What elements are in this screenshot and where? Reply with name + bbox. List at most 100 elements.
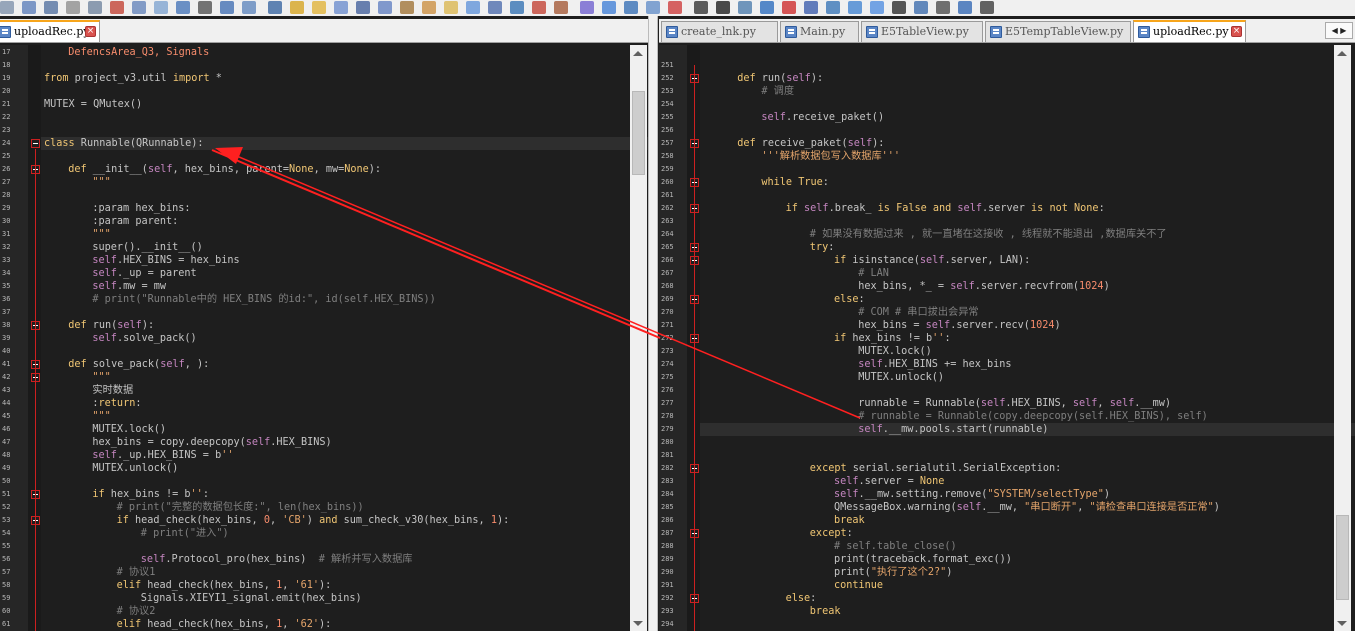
code-line[interactable]: 263	[659, 215, 1355, 228]
code-line[interactable]: 46 MUTEX.lock()	[0, 423, 648, 436]
toolbar-button-icon[interactable]	[154, 1, 168, 14]
code-line[interactable]: 294	[659, 618, 1355, 631]
code-line[interactable]: 60 # 协议2	[0, 605, 648, 618]
toolbar-button-icon[interactable]	[980, 1, 994, 14]
code-line[interactable]: 25	[0, 150, 648, 163]
tab-create-lnk[interactable]: create_lnk.py	[661, 21, 778, 42]
code-line[interactable]: 251	[659, 59, 1355, 72]
toolbar-button-icon[interactable]	[760, 1, 774, 14]
code-line[interactable]: 257 def receive_paket(self):	[659, 137, 1355, 150]
code-line[interactable]: 290 print("执行了这个2?")	[659, 566, 1355, 579]
toolbar-button-icon[interactable]	[422, 1, 436, 14]
code-line[interactable]: 280	[659, 436, 1355, 449]
toolbar-button-icon[interactable]	[848, 1, 862, 14]
code-line[interactable]: 24 class Runnable(QRunnable):	[0, 137, 648, 150]
toolbar-button-icon[interactable]	[242, 1, 256, 14]
code-line[interactable]: 34 self._up = parent	[0, 267, 648, 280]
code-line[interactable]: 270 # COM # 串口拔出会异常	[659, 306, 1355, 319]
code-line[interactable]: 265 try:	[659, 241, 1355, 254]
toolbar-button-icon[interactable]	[378, 1, 392, 14]
code-line[interactable]: 274 self.HEX_BINS += hex_bins	[659, 358, 1355, 371]
code-line[interactable]: 271 hex_bins = self.server.recv(1024)	[659, 319, 1355, 332]
close-icon[interactable]: ×	[85, 26, 96, 37]
code-line[interactable]: 284 self.__mw.setting.remove("SYSTEM/sele…	[659, 488, 1355, 501]
code-line[interactable]: 37	[0, 306, 648, 319]
code-line[interactable]: 293 break	[659, 605, 1355, 618]
code-line[interactable]: 50	[0, 475, 648, 488]
toolbar-button-icon[interactable]	[510, 1, 524, 14]
toolbar-button-icon[interactable]	[624, 1, 638, 14]
code-line[interactable]: 36 # print("Runnable中的 HEX_BINS 的id:", id…	[0, 293, 648, 306]
code-line[interactable]: 33 self.HEX_BINS = hex_bins	[0, 254, 648, 267]
tab-uploadrec-right[interactable]: uploadRec.py ×	[1133, 20, 1246, 42]
code-line[interactable]: 19 from project_v3.util import *	[0, 72, 648, 85]
code-line[interactable]: 281	[659, 449, 1355, 462]
toolbar-button-icon[interactable]	[936, 1, 950, 14]
code-line[interactable]: 22	[0, 111, 648, 124]
left-editor[interactable]: 17 DefencsArea_Q3, Signals 18 19 from projec…	[0, 45, 648, 631]
code-line[interactable]: 282 except serial.serialutil.SerialExcept…	[659, 462, 1355, 475]
code-line[interactable]: 21 MUTEX = QMutex()	[0, 98, 648, 111]
code-line[interactable]: 283 self.server = None	[659, 475, 1355, 488]
toolbar-button-icon[interactable]	[66, 1, 80, 14]
code-line[interactable]: 285 QMessageBox.warning(self.__mw, "串口断开"…	[659, 501, 1355, 514]
code-line[interactable]: 59 Signals.XIEYI1_signal.emit(hex_bins)	[0, 592, 648, 605]
code-line[interactable]: 289 print(traceback.format_exc())	[659, 553, 1355, 566]
toolbar-button-icon[interactable]	[738, 1, 752, 14]
toolbar-button-icon[interactable]	[0, 1, 14, 14]
toolbar-button-icon[interactable]	[646, 1, 660, 14]
tab-scroll-arrows[interactable]: ◀ ▶	[1325, 22, 1353, 39]
scroll-thumb[interactable]	[632, 91, 645, 175]
code-line[interactable]: 38 def run(self):	[0, 319, 648, 332]
toolbar-button-icon[interactable]	[694, 1, 708, 14]
toolbar-button-icon[interactable]	[580, 1, 594, 14]
code-line[interactable]: 255 self.receive_paket()	[659, 111, 1355, 124]
tab-uploadrec-left[interactable]: uploadRec.py ×	[0, 20, 100, 42]
code-line[interactable]: 54 # print("进入")	[0, 527, 648, 540]
code-line[interactable]: 264 # 如果没有数据过来 , 就一直堵在这接收 , 线程就不能退出 ,数据库关…	[659, 228, 1355, 241]
code-line[interactable]: 48 self._up.HEX_BINS = b''	[0, 449, 648, 462]
code-line[interactable]: 40	[0, 345, 648, 358]
scroll-thumb[interactable]	[1336, 515, 1349, 600]
toolbar-button-icon[interactable]	[466, 1, 480, 14]
code-line[interactable]: 260 while True:	[659, 176, 1355, 189]
toolbar-button-icon[interactable]	[870, 1, 884, 14]
code-line[interactable]: 43 实时数据	[0, 384, 648, 397]
code-line[interactable]: 273 MUTEX.lock()	[659, 345, 1355, 358]
code-line[interactable]: 288 # self.table_close()	[659, 540, 1355, 553]
toolbar-button-icon[interactable]	[826, 1, 840, 14]
toolbar-button-icon[interactable]	[356, 1, 370, 14]
code-line[interactable]: 291 continue	[659, 579, 1355, 592]
scroll-up-icon[interactable]	[633, 51, 643, 56]
code-line[interactable]: 276	[659, 384, 1355, 397]
toolbar-button-icon[interactable]	[110, 1, 124, 14]
code-line[interactable]: 254	[659, 98, 1355, 111]
scroll-down-icon[interactable]	[1337, 621, 1347, 626]
code-line[interactable]: 52 # print("完整的数据包长度:", len(hex_bins))	[0, 501, 648, 514]
code-line[interactable]: 35 self.mw = mw	[0, 280, 648, 293]
toolbar-button-icon[interactable]	[892, 1, 906, 14]
code-line[interactable]: 292 else:	[659, 592, 1355, 605]
toolbar-button-icon[interactable]	[312, 1, 326, 14]
code-line[interactable]: 41 def solve_pack(self, ):	[0, 358, 648, 371]
code-line[interactable]: 47 hex_bins = copy.deepcopy(self.HEX_BINS…	[0, 436, 648, 449]
code-line[interactable]: 56 self.Protocol_pro(hex_bins) # 解析并写入数据库	[0, 553, 648, 566]
code-line[interactable]: 27 """	[0, 176, 648, 189]
code-line[interactable]: 26 def __init__(self, hex_bins, parent=No…	[0, 163, 648, 176]
pane-splitter[interactable]	[648, 16, 658, 631]
close-icon[interactable]: ×	[1231, 26, 1242, 37]
toolbar-button-icon[interactable]	[782, 1, 796, 14]
left-vertical-scrollbar[interactable]	[630, 45, 647, 631]
toolbar-button-icon[interactable]	[554, 1, 568, 14]
code-line[interactable]: 45 """	[0, 410, 648, 423]
code-line[interactable]: 32 super().__init__()	[0, 241, 648, 254]
code-line[interactable]: 51 if hex_bins != b'':	[0, 488, 648, 501]
scroll-up-icon[interactable]	[1337, 51, 1347, 56]
code-line[interactable]: 55	[0, 540, 648, 553]
right-editor[interactable]: 251 252 def run(self): 253 # 调度 254 255 self.re…	[659, 45, 1355, 631]
scroll-down-icon[interactable]	[633, 621, 643, 626]
code-line[interactable]: 17 DefencsArea_Q3, Signals	[0, 46, 648, 59]
tab-e5temptableview[interactable]: E5TempTableView.py	[985, 21, 1131, 42]
code-line[interactable]: 61 elif head_check(hex_bins, 1, '62'):	[0, 618, 648, 631]
toolbar-button-icon[interactable]	[198, 1, 212, 14]
